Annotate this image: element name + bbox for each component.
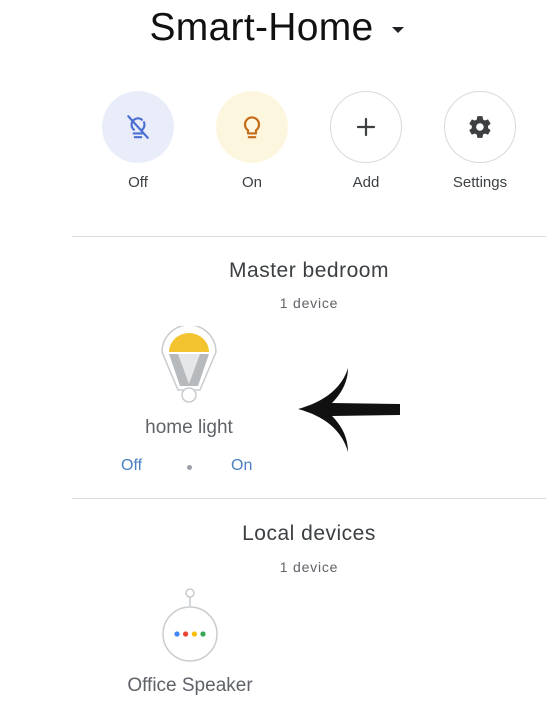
device-office-speaker[interactable]: Office Speaker [108,588,272,697]
plus-icon [356,117,376,137]
section-divider [72,236,546,237]
quick-action-label: Off [128,174,148,191]
caret-down-icon[interactable] [391,27,404,33]
quick-actions: Off On Add Settings [0,91,553,201]
add-circle[interactable] [330,91,402,163]
quick-action-label: Add [352,174,380,191]
google-home-speaker-icon [162,588,218,662]
light-off-button[interactable]: Off [121,457,142,475]
light-bulb-device-icon [161,324,217,403]
header: Smart-Home [0,6,553,50]
lights-off-circle[interactable] [102,91,174,163]
arrow-left-icon [298,368,400,452]
add-button[interactable]: Add [311,91,421,191]
all-lights-on-button[interactable]: On [197,91,307,191]
home-screen: Smart-Home Off On Add Settings Master be… [0,0,553,719]
device-name: home light [145,417,233,438]
lightbulb-off-icon [127,115,149,139]
light-toggle-controls: Off On [100,457,280,479]
home-title: Smart-Home [149,6,374,49]
room-title-master-bedroom: Master bedroom [229,259,389,282]
separator-dot [187,465,192,470]
lights-on-circle[interactable] [216,91,288,163]
room-title-local-devices: Local devices [242,522,376,545]
settings-button[interactable]: Settings [425,91,535,191]
quick-action-label: Settings [452,174,508,191]
all-lights-off-button[interactable]: Off [83,91,193,191]
settings-circle[interactable] [444,91,516,163]
light-on-button[interactable]: On [231,457,252,475]
home-selector[interactable]: Smart-Home [149,6,404,50]
room-device-count: 1 device [279,295,339,311]
section-divider [72,498,546,499]
quick-action-label: On [241,174,262,191]
room-device-count: 1 device [279,559,339,575]
lightbulb-icon [243,116,261,139]
gear-icon [469,116,491,138]
device-name: Office Speaker [127,675,253,696]
device-home-light[interactable]: home light [118,324,260,439]
